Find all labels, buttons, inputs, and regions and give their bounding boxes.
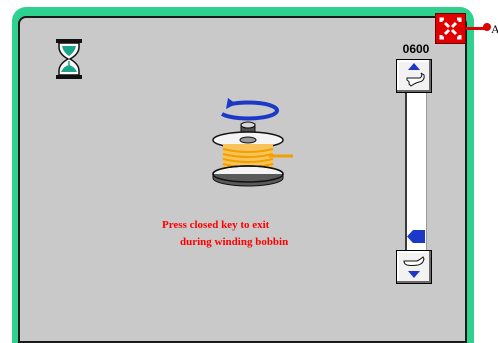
winding-counter-value: 0600 [402,42,430,56]
speed-slider-track[interactable] [405,93,427,250]
bobbin-winding-screen: A 0600 Press closed key to exit during w… [0,0,498,343]
close-key-button[interactable] [435,13,466,44]
speed-slider-thumb[interactable] [407,230,425,243]
speed-up-icon [406,63,425,87]
message-line-1: Press closed key to exit [162,219,270,231]
callout-label: A [491,22,498,36]
message-line-2: during winding bobbin [180,236,289,248]
hourglass-icon [56,39,82,79]
callout-dot [483,23,491,31]
close-key-icon [439,17,462,40]
speed-up-button[interactable] [396,59,432,93]
winding-message: Press closed key to exit during winding … [152,217,332,251]
speed-down-button[interactable] [396,250,432,284]
speed-down-icon [403,256,425,278]
bobbin-winding-icon [212,98,293,187]
